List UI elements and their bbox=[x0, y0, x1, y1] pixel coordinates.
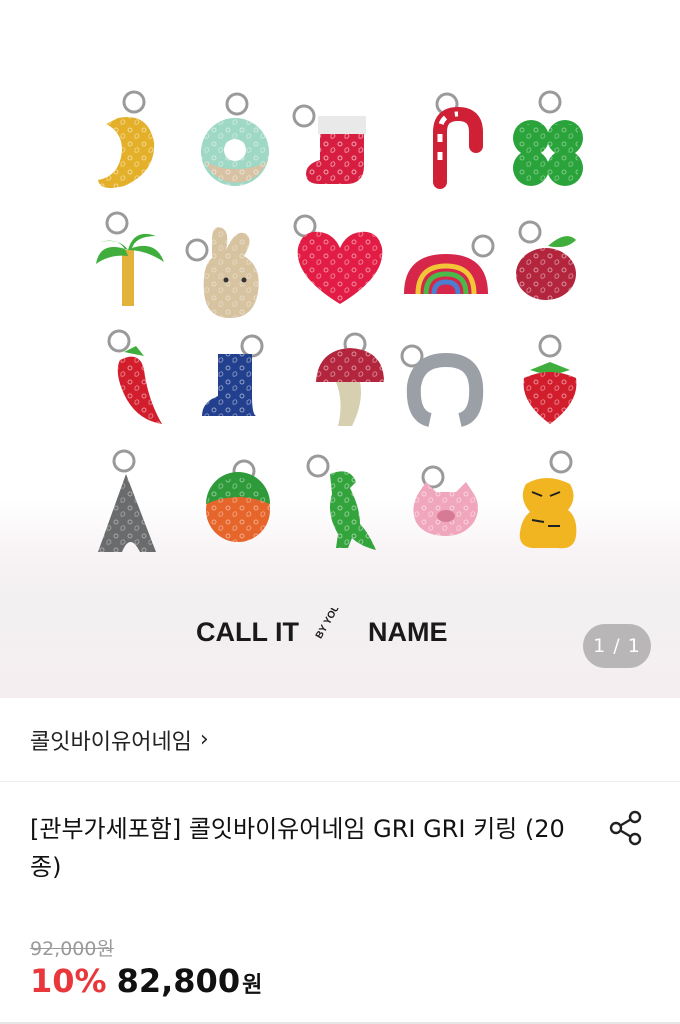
logo-text-mid: BY YOUR bbox=[314, 608, 347, 641]
image-counter: 1 / 1 bbox=[583, 624, 651, 668]
logo-text-right: NAME bbox=[368, 617, 448, 647]
stocking-keyring bbox=[292, 104, 366, 184]
sale-price: 82,800 bbox=[116, 962, 241, 1000]
horseshoe-keyring bbox=[400, 344, 484, 427]
apple-keyring bbox=[516, 220, 576, 300]
product-title: [관부가세포함] 콜잇바이유어네임 GRI GRI 키링 (20종) bbox=[30, 815, 565, 881]
price-row: 10% 82,800 원 bbox=[30, 962, 262, 1000]
rainbow-keyring bbox=[404, 234, 495, 295]
currency-unit: 원 bbox=[242, 973, 263, 998]
strawberry-keyring bbox=[523, 334, 577, 424]
product-image bbox=[96, 90, 583, 552]
croissant-keyring bbox=[98, 90, 155, 188]
tiger-keyring bbox=[519, 450, 577, 549]
heart-keyring bbox=[293, 214, 383, 304]
chevron-right-icon: › bbox=[199, 727, 209, 752]
donut-keyring bbox=[201, 92, 269, 186]
discount-rate: 10% bbox=[30, 962, 107, 1000]
logo-text-left: CALL IT bbox=[196, 617, 299, 647]
eiffel-tower-keyring bbox=[98, 449, 156, 552]
palm-tree-keyring bbox=[96, 211, 164, 306]
brand-logo: CALL IT BY YOUR NAME bbox=[196, 608, 448, 647]
mushroom-keyring bbox=[316, 332, 384, 426]
candy-cane-keyring bbox=[433, 92, 483, 189]
bunny-keyring bbox=[185, 227, 259, 318]
orange-keyring bbox=[206, 459, 270, 542]
brand-link[interactable]: 콜잇바이유어네임 › bbox=[0, 698, 680, 782]
chili-keyring bbox=[107, 329, 162, 424]
pig-keyring bbox=[413, 465, 478, 536]
boot-keyring bbox=[202, 334, 264, 416]
clover-keyring bbox=[513, 90, 583, 186]
dinosaur-keyring bbox=[306, 454, 376, 550]
brand-name: 콜잇바이유어네임 bbox=[30, 729, 192, 755]
product-image-gallery[interactable]: CALL IT BY YOUR NAME 1 / 1 bbox=[0, 0, 680, 698]
share-icon[interactable] bbox=[606, 808, 646, 848]
product-title-block: [관부가세포함] 콜잇바이유어네임 GRI GRI 키링 (20종) bbox=[30, 810, 590, 886]
original-price: 92,000원 bbox=[30, 938, 114, 960]
